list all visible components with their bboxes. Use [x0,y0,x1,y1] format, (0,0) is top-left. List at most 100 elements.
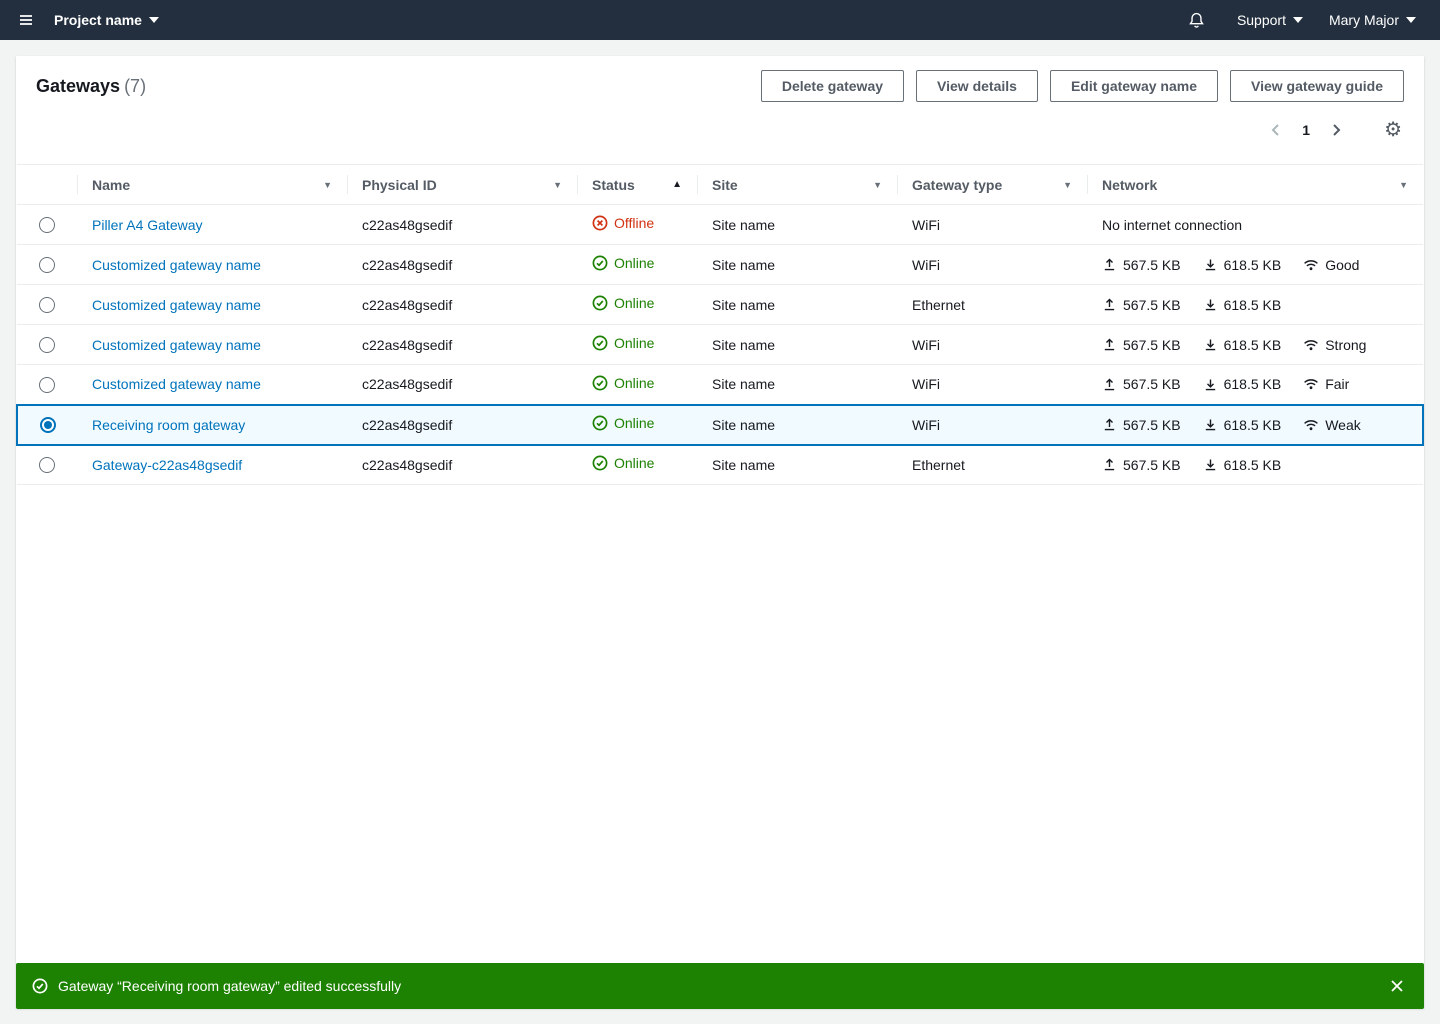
physical-id-cell: c22as48gsedif [347,365,577,405]
gateway-type-cell: Ethernet [897,445,1087,485]
column-header-physical-id[interactable]: Physical ID ▼ [347,165,577,205]
sort-filter-icon[interactable]: ▼ [873,180,882,190]
status-online-icon [592,255,608,271]
table-row[interactable]: Piller A4 Gatewayc22as48gsedifOfflineSit… [17,205,1423,245]
upload-icon [1102,337,1117,352]
previous-page-button[interactable] [1264,118,1288,142]
upload-value: 567.5 KB [1123,297,1181,313]
sort-filter-icon[interactable]: ▼ [553,180,562,190]
download-stat: 618.5 KB [1203,337,1282,353]
success-flashbar: Gateway “Receiving room gateway” edited … [16,963,1424,1009]
wifi-icon [1303,376,1319,392]
upload-icon [1102,377,1117,392]
sort-filter-icon[interactable]: ▼ [323,180,332,190]
download-value: 618.5 KB [1224,257,1282,273]
upload-value: 567.5 KB [1123,457,1181,473]
current-page-number[interactable]: 1 [1292,122,1320,138]
row-select-radio[interactable] [39,377,55,393]
column-label-status: Status [592,177,635,193]
row-select-radio[interactable] [39,457,55,473]
project-name-menu[interactable]: Project name [54,12,159,28]
status-online: Online [592,255,654,271]
gateway-name-link[interactable]: Gateway-c22as48gsedif [92,457,242,473]
upload-icon [1102,297,1117,312]
user-name-label: Mary Major [1329,12,1399,28]
caret-down-icon [149,17,159,23]
wifi-signal-label: Strong [1325,337,1366,353]
caret-down-icon [1406,17,1416,23]
upload-stat: 567.5 KB [1102,297,1181,313]
physical-id-cell: c22as48gsedif [347,445,577,485]
view-details-button[interactable]: View details [916,70,1038,102]
gateway-type-cell: WiFi [897,365,1087,405]
gateway-name-link[interactable]: Customized gateway name [92,257,261,273]
gateway-type-cell: Ethernet [897,285,1087,325]
support-menu[interactable]: Support [1237,12,1303,28]
upload-icon [1102,417,1117,432]
header-actions: Delete gateway View details Edit gateway… [761,70,1404,102]
table-row[interactable]: Customized gateway name c22as48gsedif Onli… [17,245,1423,285]
top-navigation-bar: Project name Support Mary Major [0,0,1440,40]
column-header-site[interactable]: Site▼ [697,165,897,205]
gateway-name-link[interactable]: Customized gateway name [92,376,261,392]
network-cell: 567.5 KB618.5 KBGood [1102,257,1408,273]
table-pagination: 1 ⚙ [16,102,1424,146]
status-online: Online [592,375,654,391]
table-row[interactable]: Customized gateway name c22as48gsedif Onli… [17,365,1423,405]
upload-stat: 567.5 KB [1102,257,1181,273]
network-message: No internet connection [1102,217,1242,233]
status-label: Online [614,255,654,271]
download-stat: 618.5 KB [1203,457,1282,473]
column-header-network[interactable]: Network▼ [1087,165,1423,205]
column-label-physical-id: Physical ID [362,177,437,193]
gateway-type-cell: WiFi [897,325,1087,365]
upload-stat: 567.5 KB [1102,376,1181,392]
status-label: Offline [614,215,654,231]
row-select-radio[interactable] [39,337,55,353]
row-select-radio[interactable] [39,217,55,233]
view-gateway-guide-button[interactable]: View gateway guide [1230,70,1404,102]
flash-message: Gateway “Receiving room gateway” edited … [58,978,401,994]
user-menu[interactable]: Mary Major [1329,12,1416,28]
gateway-name-link[interactable]: Receiving room gateway [92,417,245,433]
download-value: 618.5 KB [1224,457,1282,473]
gateway-name-link[interactable]: Customized gateway name [92,297,261,313]
flash-close-icon[interactable] [1386,975,1408,997]
edit-gateway-name-button[interactable]: Edit gateway name [1050,70,1218,102]
row-select-radio[interactable] [39,257,55,273]
next-page-button[interactable] [1324,118,1348,142]
download-icon [1203,257,1218,272]
physical-id-cell: c22as48gsedif [347,245,577,285]
gateway-name-link[interactable]: Piller A4 Gateway [92,217,203,233]
table-row[interactable]: Customized gateway namec22as48gsedifOnli… [17,325,1423,365]
site-cell: Site name [697,285,897,325]
sort-ascending-icon[interactable]: ▲ [672,179,682,190]
wifi-icon [1303,257,1319,273]
download-stat: 618.5 KB [1203,257,1282,273]
sort-filter-icon[interactable]: ▼ [1063,180,1072,190]
physical-id-cell: c22as48gsedif [347,325,577,365]
upload-stat: 567.5 KB [1102,457,1181,473]
column-header-name[interactable]: Name▼ [77,165,347,205]
row-select-radio[interactable] [39,297,55,313]
page-title-text: Gateways [36,76,120,96]
table-row[interactable]: Customized gateway namec22as48gsedifOnli… [17,285,1423,325]
column-header-gateway-type[interactable]: Gateway type▼ [897,165,1087,205]
network-cell: 567.5 KB618.5 KBWeak [1102,417,1407,433]
physical-id-cell: c22as48gsedif [347,205,577,245]
menu-icon[interactable] [12,6,40,34]
upload-stat: 567.5 KB [1102,337,1181,353]
settings-gear-icon[interactable]: ⚙ [1382,118,1404,142]
sort-filter-icon[interactable]: ▼ [1399,180,1408,190]
network-cell: No internet connection [1102,217,1408,233]
gateway-name-link[interactable]: Customized gateway name [92,337,261,353]
column-header-status[interactable]: Status ▲ [577,165,697,205]
wifi-signal-label: Weak [1325,417,1361,433]
table-row[interactable]: Gateway-c22as48gsedifc22as48gsedifOnline… [17,445,1423,485]
row-select-radio[interactable] [40,417,56,433]
notifications-bell-icon[interactable] [1182,6,1211,35]
delete-gateway-button[interactable]: Delete gateway [761,70,904,102]
status-online: Online [592,295,654,311]
status-online-icon [592,375,608,391]
table-row[interactable]: Receiving room gatewayc22as48gsedifOnlin… [17,405,1423,445]
